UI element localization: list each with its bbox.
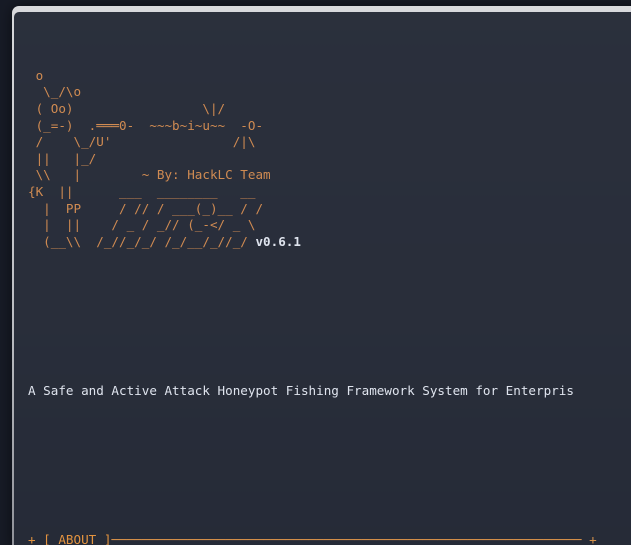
terminal-output-area[interactable]: o \_/\o ( Oo) \|/ (_=-) .═══0- ~~~b~i~u~… <box>14 12 597 545</box>
terminal-window[interactable]: o \_/\o ( Oo) \|/ (_=-) .═══0- ~~~b~i~u~… <box>14 12 631 545</box>
section-rule: ────────────────────────────────────────… <box>111 532 597 545</box>
banner-line: (_=-) .═══0- ~~~b~i~u~~ -O- <box>28 117 264 133</box>
section-header-about-label: + [ ABOUT ] <box>28 532 112 545</box>
banner-line: o <box>28 67 44 83</box>
banner-line: \_/\o <box>28 84 82 100</box>
banner-line: {K || ___ ________ __ <box>28 183 256 199</box>
section-header-about: + [ ABOUT ]─────────────────────────────… <box>28 532 597 545</box>
banner-line: ( Oo) \|/ <box>28 100 226 116</box>
tagline: A Safe and Active Attack Honeypot Fishin… <box>28 383 574 399</box>
banner-line: | || / _ / _// (_-</ _ \ <box>28 217 256 233</box>
banner-line: | PP / // / ___(_)__ / / <box>28 200 264 216</box>
screen: Nmap-4.4.2 movieTop25- 0.xlsx 1.txt 2.py… <box>0 0 631 545</box>
banner-line: \\ | ~ By: HackLC Team <box>28 167 271 183</box>
banner-line: || |_/ <box>28 150 97 166</box>
banner-line: (__\\ /_//_/_/ /_/__/_//_/ v0.6.1 <box>28 233 301 249</box>
banner-line: / \_/U' /|\ <box>28 134 256 150</box>
